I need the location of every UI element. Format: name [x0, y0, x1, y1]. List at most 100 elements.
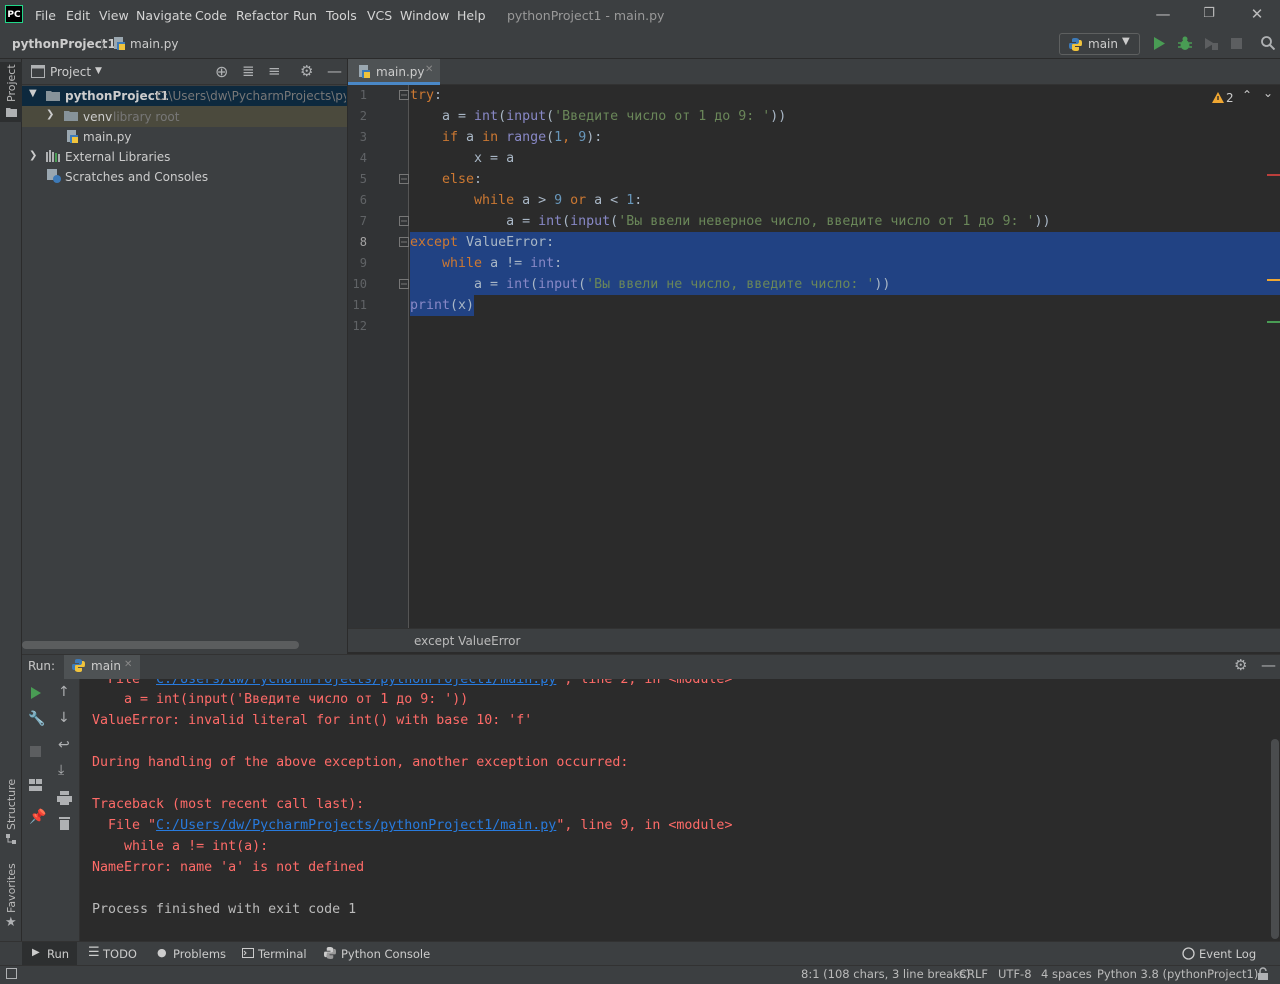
- run-configuration-label: main: [1088, 37, 1118, 51]
- status-interpreter[interactable]: Python 3.8 (pythonProject1): [1097, 967, 1258, 981]
- tree-file-main[interactable]: main.py: [83, 130, 132, 144]
- window-title: pythonProject1 - main.py: [507, 8, 665, 23]
- menu-view[interactable]: View: [99, 8, 129, 23]
- fold-icon[interactable]: [399, 216, 409, 226]
- change-stripe-marker[interactable]: [1267, 321, 1280, 323]
- fold-icon[interactable]: [399, 174, 409, 184]
- menu-file[interactable]: File: [35, 8, 56, 23]
- fold-icon[interactable]: [399, 90, 409, 100]
- code-line-3: if a in range(1, 9):: [410, 130, 603, 145]
- layout-icon[interactable]: [29, 779, 42, 791]
- maximize-icon[interactable]: ❐: [1199, 4, 1219, 24]
- menu-navigate[interactable]: Navigate: [136, 8, 192, 23]
- line-number: 9: [359, 256, 367, 270]
- warning-stripe-marker[interactable]: [1267, 279, 1280, 281]
- tab-label: main.py: [376, 65, 425, 79]
- console-line: During handling of the above exception, …: [92, 755, 629, 770]
- console-file-link[interactable]: C:/Users/dw/PycharmProjects/pythonProjec…: [156, 818, 556, 833]
- trash-icon[interactable]: [59, 816, 70, 830]
- collapse-all-icon[interactable]: ≡: [268, 62, 281, 80]
- status-caret-position[interactable]: 8:1 (108 chars, 3 line breaks): [801, 967, 970, 981]
- tree-root-name[interactable]: pythonProject1: [65, 89, 169, 103]
- error-stripe-marker[interactable]: [1267, 174, 1280, 176]
- run-header-overlay: [80, 654, 1280, 679]
- minimize-icon[interactable]: —: [1153, 4, 1173, 24]
- tab-todo[interactable]: TODO: [103, 947, 137, 961]
- menu-run[interactable]: Run: [293, 8, 317, 23]
- menu-refactor[interactable]: Refactor: [236, 8, 288, 23]
- tree-external-libraries[interactable]: External Libraries: [65, 150, 170, 164]
- pin-icon[interactable]: 📌: [29, 809, 46, 825]
- hide-icon[interactable]: —: [327, 62, 342, 80]
- status-line-separator[interactable]: CRLF: [959, 967, 988, 981]
- next-highlight-icon[interactable]: ⌄: [1263, 86, 1273, 100]
- chevron-right-icon[interactable]: ❯: [29, 150, 37, 161]
- menu-help[interactable]: Help: [457, 8, 486, 23]
- locate-icon[interactable]: ⊕: [215, 62, 228, 81]
- project-panel-title[interactable]: Project: [50, 65, 91, 79]
- gear-icon[interactable]: ⚙: [300, 62, 313, 80]
- run-tab-label: main: [91, 659, 121, 673]
- line-number: 8: [359, 235, 367, 249]
- project-tool-tab[interactable]: Project: [5, 64, 18, 102]
- console-scrollbar[interactable]: [1271, 739, 1279, 939]
- previous-highlight-icon[interactable]: ⌃: [1242, 88, 1252, 102]
- debug-icon[interactable]: [1178, 36, 1192, 51]
- expand-all-icon[interactable]: ≣: [242, 62, 255, 80]
- up-arrow-icon[interactable]: ↑: [58, 684, 70, 700]
- tab-problems[interactable]: Problems: [173, 947, 226, 961]
- status-encoding[interactable]: UTF-8: [998, 967, 1032, 981]
- search-icon[interactable]: [1261, 36, 1275, 50]
- coverage-icon[interactable]: [1204, 37, 1218, 50]
- run-icon: ▶: [32, 947, 40, 958]
- project-view-dropdown-icon[interactable]: ▼: [95, 66, 102, 76]
- tab-terminal[interactable]: Terminal: [258, 947, 307, 961]
- rerun-icon[interactable]: [30, 687, 42, 699]
- menu-edit[interactable]: Edit: [66, 8, 90, 23]
- warning-count[interactable]: 2: [1226, 91, 1234, 105]
- lock-icon[interactable]: [1257, 967, 1269, 980]
- code-editor[interactable]: [410, 85, 1280, 628]
- tab-run[interactable]: Run: [47, 947, 69, 961]
- structure-tool-tab[interactable]: Structure: [5, 779, 18, 830]
- hide-icon[interactable]: —: [1261, 656, 1276, 674]
- favorites-tool-tab[interactable]: Favorites: [5, 863, 18, 913]
- tab-event-log[interactable]: Event Log: [1199, 947, 1256, 961]
- fold-icon[interactable]: [399, 279, 409, 289]
- tab-close-icon[interactable]: ✕: [425, 64, 433, 75]
- status-indent[interactable]: 4 spaces: [1041, 967, 1092, 981]
- stop-icon[interactable]: [1231, 38, 1242, 49]
- python-file-icon: [359, 65, 370, 78]
- down-arrow-icon[interactable]: ↓: [58, 710, 70, 726]
- tree-scratches[interactable]: Scratches and Consoles: [65, 170, 208, 184]
- menu-tools[interactable]: Tools: [326, 8, 357, 23]
- print-icon[interactable]: [57, 791, 72, 805]
- pycharm-logo: PC: [5, 5, 23, 23]
- code-line-6: while a > 9 or a < 1:: [410, 193, 643, 208]
- editor-breadcrumb[interactable]: except ValueError: [414, 634, 520, 648]
- run-icon[interactable]: [1153, 37, 1166, 50]
- gear-icon[interactable]: ⚙: [1234, 656, 1247, 674]
- menu-code[interactable]: Code: [195, 8, 227, 23]
- chevron-right-icon[interactable]: ❯: [46, 109, 54, 120]
- close-icon[interactable]: ✕: [1247, 4, 1267, 24]
- code-line-8: except ValueError:: [410, 235, 555, 250]
- folder-icon: [64, 111, 78, 121]
- wrench-icon[interactable]: 🔧: [28, 711, 45, 727]
- horizontal-scrollbar[interactable]: [22, 641, 299, 649]
- breadcrumb-file[interactable]: main.py: [130, 37, 179, 51]
- fold-icon[interactable]: [399, 237, 409, 247]
- menu-window[interactable]: Window: [400, 8, 449, 23]
- soft-wrap-icon[interactable]: ↩: [58, 737, 70, 753]
- console-line: NameError: name 'a' is not defined: [92, 860, 365, 875]
- tab-python-console[interactable]: Python Console: [341, 947, 430, 961]
- run-tab-close-icon[interactable]: ✕: [124, 659, 132, 670]
- tool-window-toggle-icon[interactable]: [6, 968, 17, 979]
- tree-venv-name[interactable]: venv: [83, 110, 112, 124]
- menu-vcs[interactable]: VCS: [367, 8, 392, 23]
- stop-icon[interactable]: [30, 746, 41, 757]
- scroll-to-end-icon[interactable]: ⤓: [58, 762, 64, 778]
- chevron-down-icon[interactable]: ▼: [29, 88, 37, 99]
- line-number: 10: [352, 277, 367, 291]
- warning-icon[interactable]: [1212, 92, 1224, 103]
